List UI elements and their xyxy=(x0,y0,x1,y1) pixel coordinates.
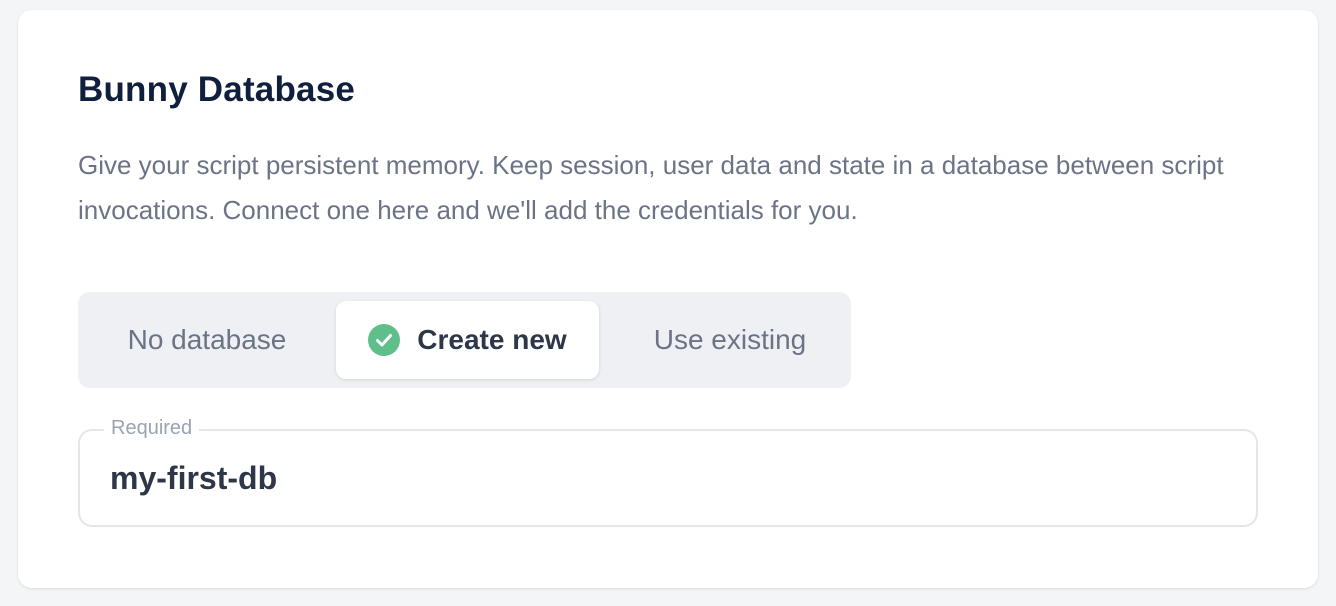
database-name-label: Required xyxy=(104,417,200,440)
card-title: Bunny Database xyxy=(78,70,356,109)
option-use-existing-label: Use existing xyxy=(653,324,807,355)
database-name-input[interactable] xyxy=(110,453,1220,503)
check-circle-icon xyxy=(368,324,401,356)
bunny-database-card: Bunny Database Give your script persiste… xyxy=(18,10,1318,588)
option-no-database-label: No database xyxy=(127,324,287,355)
database-mode-selector: No database Create new Use existing xyxy=(78,292,851,388)
option-no-database[interactable]: No database xyxy=(78,301,336,379)
option-create-new-label: Create new xyxy=(417,324,567,355)
option-create-new[interactable]: Create new xyxy=(336,301,599,379)
card-description: Give your script persistent memory. Keep… xyxy=(78,150,1224,225)
option-use-existing[interactable]: Use existing xyxy=(599,301,861,379)
database-name-field: Required xyxy=(78,417,1258,527)
